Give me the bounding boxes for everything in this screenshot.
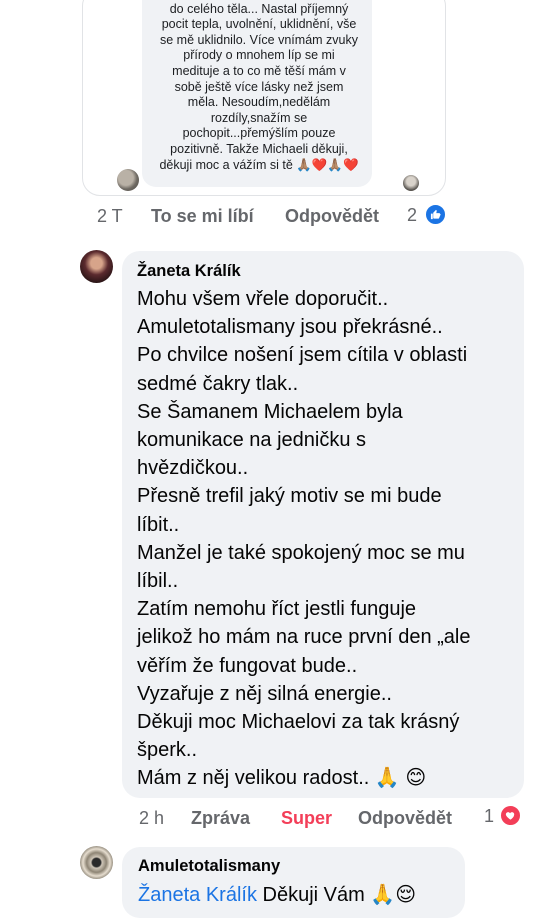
comment-text: Mohu všem vřele doporučit.. Amuletotalis… — [137, 288, 471, 790]
comment-time[interactable]: 2 h — [139, 808, 164, 829]
reply-button[interactable]: Odpovědět — [285, 206, 379, 227]
screenshot-avatar — [117, 169, 139, 191]
attached-screenshot[interactable]: které se po pár hodinách rozlévalo do ce… — [82, 0, 446, 196]
avatar[interactable] — [80, 250, 113, 283]
message-button[interactable]: Zpráva — [191, 808, 250, 829]
reaction-count[interactable]: 2 — [407, 205, 417, 226]
thumbs-up-icon[interactable] — [425, 204, 446, 225]
reply-button[interactable]: Odpovědět — [358, 808, 452, 829]
screenshot-message-text: které se po pár hodinách rozlévalo do ce… — [159, 1, 359, 172]
comment-time[interactable]: 2 T — [97, 206, 123, 227]
reply-text: Děkuji Vám 🙏😌 — [256, 884, 417, 906]
reaction-button[interactable]: Super — [281, 808, 332, 829]
reaction-count[interactable]: 1 — [484, 806, 494, 827]
heart-icon[interactable] — [500, 805, 521, 826]
like-button[interactable]: To se mi líbí — [151, 206, 254, 227]
reply-text-line: Žaneta Králík Děkuji Vám 🙏😌 — [138, 881, 416, 909]
comment-author[interactable]: Žaneta Králík — [137, 262, 241, 281]
avatar[interactable] — [80, 846, 113, 879]
screenshot-seen-avatar — [403, 175, 419, 191]
mention-link[interactable]: Žaneta Králík — [138, 884, 257, 906]
reply-author[interactable]: Amuletotalismany — [138, 857, 280, 876]
